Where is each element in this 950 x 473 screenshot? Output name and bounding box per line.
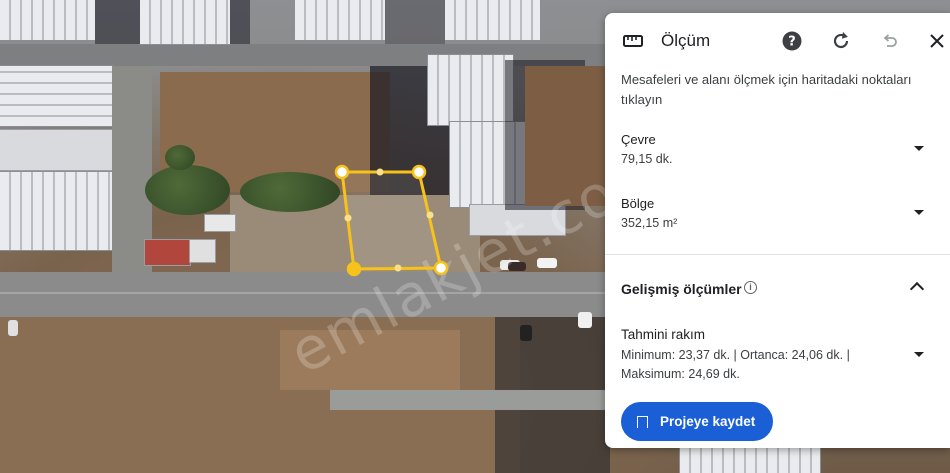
perimeter-value: 79,15 dk. <box>621 152 673 166</box>
info-icon[interactable]: i <box>744 281 757 294</box>
help-icon[interactable]: ? <box>780 29 804 53</box>
measure-vertex[interactable] <box>411 164 427 180</box>
measure-midpoint[interactable] <box>426 211 434 219</box>
undo-icon[interactable] <box>878 29 902 53</box>
measure-midpoint[interactable] <box>344 214 352 222</box>
measure-midpoint[interactable] <box>394 264 402 272</box>
perimeter-label: Çevre <box>621 132 656 147</box>
close-icon[interactable] <box>925 29 949 53</box>
elevation-value: Minimum: 23,37 dk. | Ortanca: 24,06 dk. … <box>621 348 850 381</box>
ruler-icon <box>621 29 645 53</box>
divider <box>605 254 950 255</box>
measure-vertex[interactable] <box>334 164 350 180</box>
svg-text:?: ? <box>788 35 796 50</box>
measure-vertex[interactable] <box>433 260 449 276</box>
chevron-up-icon[interactable] <box>909 281 925 297</box>
measurement-polygon[interactable] <box>0 0 610 473</box>
area-dropdown-icon[interactable] <box>914 210 924 215</box>
refresh-icon[interactable] <box>829 29 853 53</box>
measure-midpoint[interactable] <box>376 168 384 176</box>
panel-description: Mesafeleri ve alanı ölçmek için haritada… <box>621 72 912 107</box>
save-to-project-button[interactable]: Projeye kaydet <box>621 402 773 441</box>
perimeter-dropdown-icon[interactable] <box>914 146 924 151</box>
panel-header: Ölçüm ? <box>605 13 950 69</box>
measure-panel: Ölçüm ? Mesafeleri ve alanı ölçmek için … <box>605 13 950 448</box>
measured-area-outline <box>340 170 443 271</box>
save-button-label: Projeye kaydet <box>660 414 756 429</box>
bookmark-icon <box>637 415 648 432</box>
elevation-label: Tahmini rakım <box>621 327 706 342</box>
advanced-measurements-title[interactable]: Gelişmiş ölçümler <box>621 281 742 297</box>
measure-vertex-start[interactable] <box>346 261 362 277</box>
map-building <box>680 448 820 473</box>
area-label: Bölge <box>621 196 655 211</box>
area-value: 352,15 m² <box>621 216 678 230</box>
panel-title: Ölçüm <box>661 31 711 50</box>
elevation-dropdown-icon[interactable] <box>914 352 924 357</box>
